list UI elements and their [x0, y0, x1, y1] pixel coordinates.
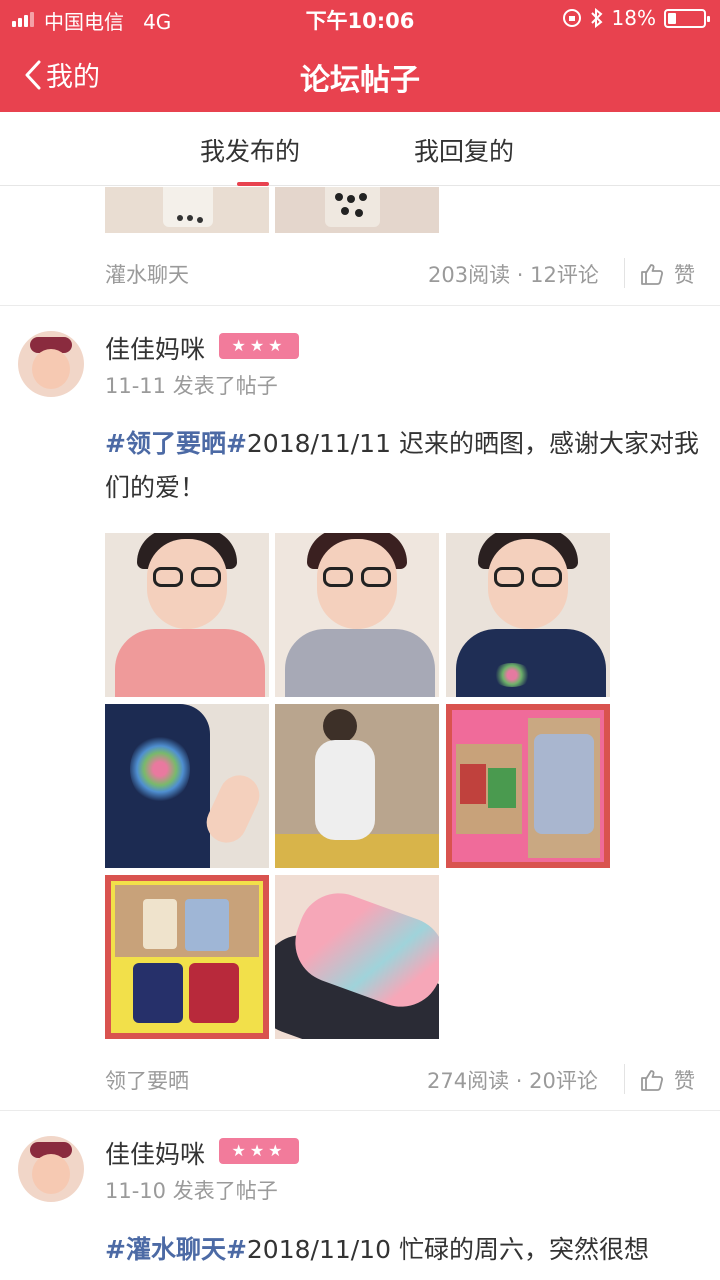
tab-my-posts[interactable]: 我发布的 — [200, 132, 300, 168]
tab-bar: 我发布的 我回复的 — [0, 112, 720, 186]
post-image[interactable] — [105, 704, 269, 868]
post-time: 11-10 发表了帖子 — [105, 1179, 278, 1203]
battery-percent: 18% — [611, 6, 656, 30]
status-bar: 中国电信 4G 下午10:06 18% — [0, 0, 720, 38]
post-image[interactable] — [275, 187, 439, 233]
level-badge: ★★★ — [219, 1138, 299, 1164]
bluetooth-icon — [590, 8, 603, 28]
username[interactable]: 佳佳妈咪 — [105, 1135, 205, 1171]
app-header: 中国电信 4G 下午10:06 18% 我的 论坛帖子 — [0, 0, 720, 112]
separator — [624, 258, 625, 288]
battery-icon — [664, 8, 710, 28]
active-tab-indicator — [237, 182, 269, 186]
post-image[interactable] — [446, 704, 610, 868]
post-image[interactable] — [275, 875, 439, 1039]
level-badge: ★★★ — [219, 333, 299, 359]
post-image[interactable] — [275, 533, 439, 697]
avatar[interactable] — [18, 1136, 84, 1202]
topic-tag[interactable]: #灌水聊天# — [105, 1235, 247, 1264]
post-category[interactable]: 领了要晒 — [105, 1065, 189, 1095]
post-text: 2018/11/10 忙碌的周六，突然很想 — [246, 1235, 649, 1264]
post-content[interactable]: #领了要晒#2018/11/11 迟来的晒图，感谢大家对我们的爱！ — [105, 422, 705, 510]
thumbs-up-icon — [641, 264, 664, 285]
post-stats: 203阅读 · 12评论 — [428, 263, 599, 287]
like-button[interactable]: 赞 — [640, 259, 695, 289]
post-category[interactable]: 灌水聊天 — [105, 259, 189, 289]
topic-tag[interactable]: #领了要晒# — [105, 429, 247, 458]
thumbs-up-icon — [641, 1070, 664, 1091]
like-button[interactable]: 赞 — [640, 1065, 695, 1095]
post-image[interactable] — [446, 533, 610, 697]
post-image[interactable] — [105, 875, 269, 1039]
post-content[interactable]: #灌水聊天#2018/11/10 忙碌的周六，突然很想 — [105, 1228, 705, 1272]
post-image[interactable] — [105, 533, 269, 697]
username[interactable]: 佳佳妈咪 — [105, 330, 205, 366]
rotation-lock-icon — [562, 9, 581, 27]
post-image[interactable] — [105, 187, 269, 233]
post-stats: 274阅读 · 20评论 — [427, 1069, 598, 1093]
tab-my-replies[interactable]: 我回复的 — [414, 132, 514, 168]
page-title: 论坛帖子 — [300, 63, 420, 98]
avatar[interactable] — [18, 331, 84, 397]
like-label: 赞 — [674, 263, 695, 287]
like-label: 赞 — [674, 1069, 695, 1093]
divider — [0, 305, 720, 306]
post-image[interactable] — [275, 704, 439, 868]
post-time: 11-11 发表了帖子 — [105, 374, 278, 398]
nav-bar: 我的 论坛帖子 — [0, 38, 720, 112]
status-right: 18% — [562, 6, 710, 30]
separator — [624, 1064, 625, 1094]
divider — [0, 1110, 720, 1111]
